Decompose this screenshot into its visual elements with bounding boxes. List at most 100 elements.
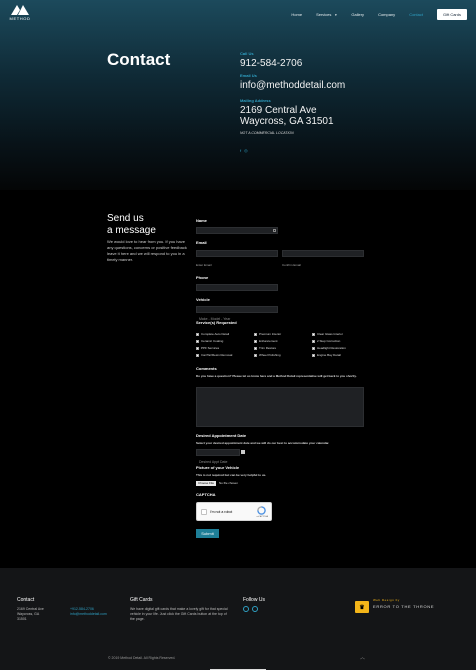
checkbox-icon bbox=[196, 346, 199, 350]
picture-label: Picture of your Vehicle bbox=[196, 465, 240, 470]
service-label: Wheel Polishing bbox=[259, 353, 281, 357]
nav-item-services-label: Services bbox=[316, 12, 332, 17]
address-label: Mailing Address bbox=[240, 98, 271, 103]
call-block: Call Us 912-584-2706 bbox=[240, 51, 302, 69]
main-nav: Home Services ▼ Gallery Company Contact … bbox=[291, 9, 467, 20]
credit-name[interactable]: ERROR TO THE THRONE bbox=[373, 604, 434, 609]
date-placeholder: Desired Appt Date bbox=[199, 460, 228, 464]
email-link[interactable]: info@methoddetail.com bbox=[240, 80, 345, 91]
service-checkbox[interactable]: Wheel Polishing bbox=[254, 353, 281, 357]
service-checkbox[interactable]: Engine Bay Detail bbox=[312, 353, 341, 357]
date-label: Desired Appointment Date bbox=[196, 433, 247, 438]
footer-social bbox=[243, 606, 258, 612]
gift-cards-button[interactable]: Gift Cards bbox=[436, 9, 467, 20]
checkbox-icon bbox=[312, 346, 315, 350]
recaptcha-icon bbox=[257, 506, 266, 515]
facebook-icon[interactable]: f bbox=[240, 148, 241, 153]
email-label: Email Us bbox=[240, 73, 257, 78]
checkbox-icon bbox=[312, 353, 315, 357]
confirm-email-input[interactable] bbox=[282, 250, 364, 257]
service-label: Headlight Restoration bbox=[317, 346, 346, 350]
vehicle-label: Vehicle bbox=[196, 297, 210, 302]
email-block: Email Us info@methoddetail.com bbox=[240, 73, 345, 91]
submit-button[interactable]: Submit bbox=[196, 529, 219, 538]
address-block: Mailing Address 2169 Central Ave Waycros… bbox=[240, 98, 334, 135]
scroll-top-icon[interactable]: ︿ bbox=[360, 654, 365, 661]
name-input[interactable] bbox=[196, 227, 278, 234]
confirm-email-sub-label: Confirm Email bbox=[282, 263, 301, 267]
captcha-label: CAPTCHA bbox=[196, 492, 216, 497]
service-label: Clear Glass Interior bbox=[317, 332, 343, 336]
service-label: Premium Interior bbox=[259, 332, 282, 336]
picture-help: This is not required but can be very hel… bbox=[196, 473, 267, 477]
address-note: NOT A COMMERCIAL LOCATION bbox=[240, 131, 294, 135]
nav-item-company[interactable]: Company bbox=[378, 12, 395, 17]
service-checkbox[interactable]: Trim Restore bbox=[254, 346, 276, 350]
instagram-icon[interactable] bbox=[252, 606, 258, 612]
vehicle-input[interactable]: Make - Model - Year bbox=[196, 306, 278, 321]
form-intro-title-line1: Send us bbox=[107, 213, 144, 224]
checkbox-icon bbox=[196, 353, 199, 357]
choose-file-button[interactable]: Choose File bbox=[196, 481, 217, 486]
page-title: Contact bbox=[107, 50, 171, 69]
brand-logo[interactable]: METHOD bbox=[9, 5, 31, 21]
comments-help: Do you have a question? Please let us kn… bbox=[196, 374, 357, 378]
facebook-icon[interactable] bbox=[243, 606, 249, 612]
recaptcha-text: I'm not a robot bbox=[210, 510, 233, 514]
calendar-icon[interactable] bbox=[241, 450, 245, 454]
service-label: PPF Services bbox=[201, 346, 220, 350]
comments-textarea[interactable] bbox=[196, 387, 364, 427]
service-checkbox[interactable]: Premium Interior bbox=[254, 332, 281, 336]
address-line2: Waycross, GA 31501 bbox=[240, 116, 334, 127]
file-status: No file chosen bbox=[219, 481, 239, 485]
footer-gift-title: Gift Cards bbox=[130, 597, 153, 603]
checkbox-icon bbox=[254, 332, 257, 336]
service-checkbox[interactable]: Iron/Tar/Resin Removal bbox=[196, 353, 232, 357]
date-input[interactable]: Desired Appt Date bbox=[196, 449, 240, 464]
service-checkbox[interactable]: Headlight Restoration bbox=[312, 346, 346, 350]
footer-contact-title: Contact bbox=[17, 597, 35, 603]
service-checkbox[interactable]: Enhancement bbox=[254, 339, 278, 343]
services-label: Service(s) Requested bbox=[196, 320, 237, 325]
nav-item-home[interactable]: Home bbox=[291, 12, 302, 17]
hero-section: METHOD Home Services ▼ Gallery Company C… bbox=[0, 0, 476, 190]
service-checkbox[interactable]: Complete Auto Detail bbox=[196, 332, 229, 336]
date-help: Select your desired appointment date and… bbox=[196, 441, 330, 445]
service-checkbox[interactable]: Ceramic Coating bbox=[196, 339, 223, 343]
nav-item-contact[interactable]: Contact bbox=[409, 12, 423, 17]
service-label: Trim Restore bbox=[259, 346, 277, 350]
service-checkbox[interactable]: 2 Step Correction bbox=[312, 339, 340, 343]
recaptcha-widget: I'm not a robot reCAPTCHA bbox=[196, 502, 272, 521]
instagram-icon[interactable]: ◎ bbox=[244, 148, 248, 153]
recaptcha-sub: reCAPTCHA bbox=[256, 516, 268, 518]
comments-label: Comments bbox=[196, 366, 217, 371]
checkbox-icon bbox=[312, 339, 315, 343]
service-checkbox[interactable]: Clear Glass Interior bbox=[312, 332, 343, 336]
service-checkbox[interactable]: PPF Services bbox=[196, 346, 219, 350]
checkbox-icon bbox=[196, 339, 199, 343]
checkbox-icon bbox=[196, 332, 199, 336]
recaptcha-checkbox[interactable] bbox=[201, 509, 207, 515]
nav-item-gallery[interactable]: Gallery bbox=[351, 12, 364, 17]
copyright: © 2019 Method Detail. All Rights Reserve… bbox=[108, 656, 176, 660]
checkbox-icon bbox=[312, 332, 315, 336]
crown-icon[interactable]: ♛ bbox=[355, 601, 369, 613]
checkbox-icon bbox=[254, 353, 257, 357]
hero-social: f ◎ bbox=[240, 148, 248, 153]
form-intro-text: We would love to hear from you. If you h… bbox=[107, 239, 187, 262]
phone-link[interactable]: 912-584-2706 bbox=[240, 58, 302, 69]
footer-contact-links: +912-584-2706 info@methoddetail.com bbox=[70, 607, 107, 617]
phone-input[interactable] bbox=[196, 284, 278, 291]
footer-email-link[interactable]: info@methoddetail.com bbox=[70, 612, 107, 617]
chevron-down-icon: ▼ bbox=[334, 12, 338, 17]
site-footer: Contact 2169 Central Ave Waycross, GA 31… bbox=[0, 568, 476, 670]
email-input[interactable] bbox=[196, 250, 278, 257]
service-label: 2 Step Correction bbox=[317, 339, 341, 343]
footer-zip: 31501 bbox=[17, 617, 27, 621]
footer-follow-title: Follow Us bbox=[243, 597, 265, 603]
nav-item-services[interactable]: Services ▼ bbox=[316, 12, 337, 17]
brand-name: METHOD bbox=[9, 16, 31, 21]
service-label: Complete Auto Detail bbox=[201, 332, 230, 336]
address-line1: 2169 Central Ave bbox=[240, 105, 317, 116]
checkbox-icon bbox=[254, 346, 257, 350]
